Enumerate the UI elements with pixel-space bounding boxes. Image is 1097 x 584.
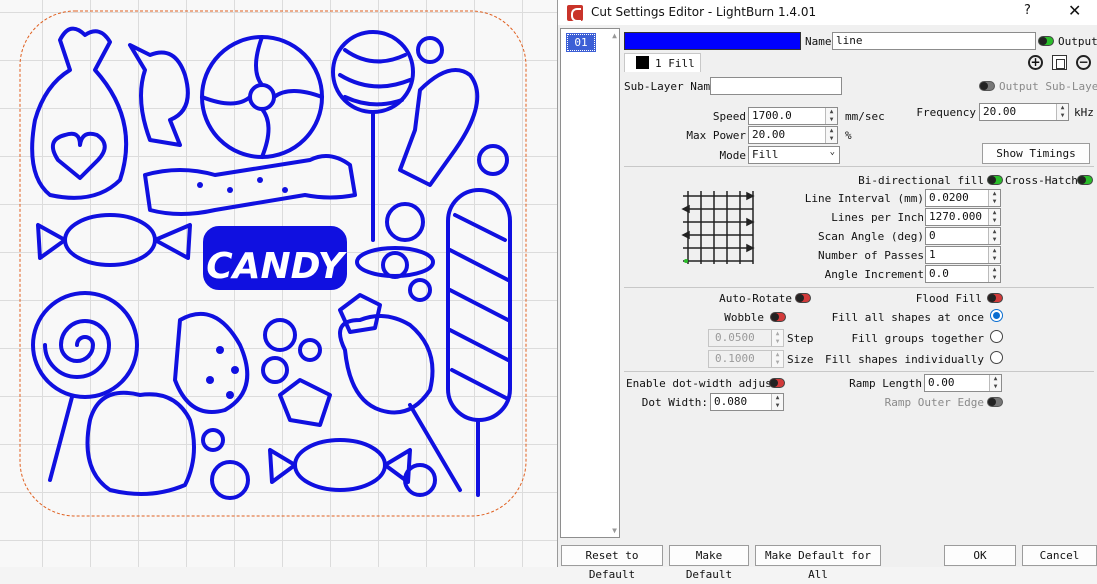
flood-fill-toggle[interactable] <box>987 293 1003 303</box>
ramp-outer-edge-label: Ramp Outer Edge <box>884 396 984 409</box>
dot-width-label: Dot Width: <box>641 396 708 409</box>
divider <box>624 166 1094 167</box>
ok-button[interactable]: OK <box>944 545 1016 566</box>
name-label: Name <box>805 35 832 48</box>
fill-individually-radio[interactable] <box>990 351 1003 364</box>
bidirectional-fill-label: Bi-directional fill <box>858 174 984 187</box>
ramp-length-label: Ramp Length <box>849 377 922 390</box>
line-interval-input[interactable]: 0.0200 ▲ ▼ <box>925 189 1001 207</box>
close-icon[interactable]: ✕ <box>1068 1 1081 20</box>
candy-artwork: CANDY <box>19 10 527 517</box>
auto-rotate-label: Auto-Rotate <box>719 292 792 305</box>
flood-fill-label: Flood Fill <box>915 292 982 305</box>
layer-list-item[interactable]: 01 <box>566 33 596 52</box>
fill-all-shapes-label: Fill all shapes at once <box>831 311 984 324</box>
max-power-input[interactable]: 20.00 ▲ ▼ <box>748 126 838 144</box>
speed-unit: mm/sec <box>845 110 885 123</box>
scan-angle-input[interactable]: 0 ▲ ▼ <box>925 227 1001 245</box>
bidirectional-fill-toggle[interactable] <box>987 175 1003 185</box>
fill-pattern-preview <box>681 191 755 264</box>
frequency-input[interactable]: 20.00 ▲ ▼ <box>979 103 1069 121</box>
cross-hatch-toggle[interactable] <box>1077 175 1093 185</box>
lines-per-inch-label: Lines per Inch <box>831 211 924 224</box>
number-of-passes-input[interactable]: 1 ▲ ▼ <box>925 246 1001 264</box>
angle-increment-input[interactable]: 0.0 ▲ ▼ <box>925 265 1001 283</box>
line-interval-label: Line Interval (mm) <box>804 192 924 205</box>
lightburn-logo-icon <box>567 5 583 22</box>
add-icon[interactable]: + <box>1028 55 1043 70</box>
number-of-passes-label: Number of Passes <box>818 249 924 262</box>
scroll-up-arrow-icon[interactable]: ▲ <box>612 31 617 40</box>
candy-text: CANDY <box>206 246 347 287</box>
cancel-button[interactable]: Cancel <box>1022 545 1097 566</box>
make-default-button[interactable]: Make Default <box>669 545 749 581</box>
ramp-outer-edge-toggle[interactable] <box>987 397 1003 407</box>
fill-groups-label: Fill groups together <box>851 332 984 345</box>
output-sublayer-toggle[interactable] <box>979 81 995 91</box>
mode-select[interactable]: Fill ⌄ <box>748 146 840 164</box>
show-timings-button[interactable]: Show Timings <box>982 143 1090 164</box>
dot-width-adjust-toggle[interactable] <box>769 378 785 388</box>
divider <box>624 287 1094 288</box>
dot-width-adjust-label: Enable dot-width adjust <box>626 377 779 390</box>
sublayer-tab-label: 1 Fill <box>655 57 695 70</box>
output-sublayer-label: Output Sub-Layer <box>999 80 1097 93</box>
frequency-unit: kHz <box>1074 106 1094 119</box>
layer-name-input[interactable]: line <box>832 32 1036 50</box>
title-bar: Cut Settings Editor - LightBurn 1.4.01 ?… <box>558 0 1097 25</box>
window-title: Cut Settings Editor - LightBurn 1.4.01 <box>591 5 817 19</box>
max-power-unit: % <box>845 129 852 142</box>
candy-bag <box>30 26 129 200</box>
remove-icon[interactable]: − <box>1076 55 1091 70</box>
frequency-label: Frequency <box>916 106 976 119</box>
scan-angle-label: Scan Angle (deg) <box>818 230 924 243</box>
speed-input[interactable]: 1700.0 ▲ ▼ <box>748 107 838 125</box>
fill-all-shapes-radio[interactable] <box>990 309 1003 322</box>
scroll-down-arrow-icon[interactable]: ▼ <box>612 526 617 535</box>
reset-to-default-button[interactable]: Reset to Default <box>561 545 663 581</box>
output-toggle[interactable] <box>1038 36 1054 46</box>
wobble-size-input[interactable]: 0.1000 ▲ ▼ <box>708 350 784 368</box>
cut-settings-dialog: Cut Settings Editor - LightBurn 1.4.01 ?… <box>557 0 1097 581</box>
lines-per-inch-input[interactable]: 1270.000 ▲ ▼ <box>925 208 1001 226</box>
ramp-length-input[interactable]: 0.00 ▲ ▼ <box>924 374 1002 392</box>
speed-label: Speed <box>712 110 746 123</box>
auto-rotate-toggle[interactable] <box>795 293 811 303</box>
wobble-toggle[interactable] <box>770 312 786 322</box>
wobble-step-input[interactable]: 0.0500 ▲ ▼ <box>708 329 784 347</box>
fill-individually-label: Fill shapes individually <box>825 353 984 366</box>
chevron-down-icon: ⌄ <box>829 147 835 157</box>
make-default-for-all-button[interactable]: Make Default for All <box>755 545 881 581</box>
sublayer-name-label: Sub-Layer Name <box>624 80 717 93</box>
mode-label: Mode <box>719 149 747 162</box>
layer-color-swatch[interactable] <box>624 32 801 50</box>
divider <box>624 371 1094 372</box>
help-icon[interactable]: ? <box>1024 3 1031 18</box>
copy-icon[interactable] <box>1052 55 1067 70</box>
dot-width-input[interactable]: 0.080 ▲ ▼ <box>710 393 784 411</box>
layer-list[interactable]: 01 ▲ ▼ <box>560 28 620 538</box>
max-power-label: Max Power <box>686 129 746 142</box>
angle-increment-label: Angle Increment <box>824 268 924 281</box>
cross-hatch-label: Cross-Hatch <box>1005 174 1078 187</box>
sublayer-name-input[interactable] <box>710 77 842 95</box>
design-canvas[interactable]: CANDY <box>0 0 557 567</box>
wobble-label: Wobble <box>724 311 764 324</box>
fill-groups-radio[interactable] <box>990 330 1003 343</box>
output-label: Output <box>1058 35 1097 48</box>
sublayer-tab[interactable]: 1 Fill <box>624 53 701 72</box>
sublayer-color-swatch <box>636 56 649 69</box>
